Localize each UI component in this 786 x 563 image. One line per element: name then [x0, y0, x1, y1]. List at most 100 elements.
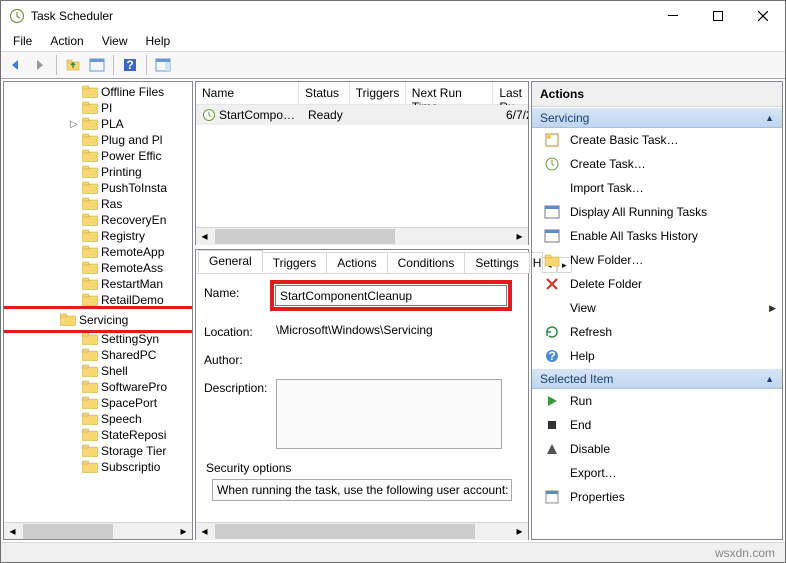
menu-view[interactable]: View	[94, 32, 136, 50]
scroll-left-icon[interactable]: ◂	[196, 228, 213, 245]
action-enable-history[interactable]: Enable All Tasks History	[532, 224, 782, 248]
up-button[interactable]	[62, 54, 84, 76]
tab-settings[interactable]: Settings	[464, 252, 529, 273]
folder-icon	[82, 149, 98, 163]
tab-conditions[interactable]: Conditions	[387, 252, 466, 273]
tree-item-settingsyn[interactable]: SettingSyn	[4, 331, 192, 347]
task-list: Name Status Triggers Next Run Time Last …	[195, 81, 529, 245]
scroll-right-icon[interactable]: ▸	[511, 228, 528, 245]
tree-item-storage-tier[interactable]: Storage Tier	[4, 443, 192, 459]
tree-item-servicing[interactable]: Servicing	[4, 308, 192, 331]
folder-icon	[82, 85, 98, 99]
action-export[interactable]: Export…	[532, 461, 782, 485]
scroll-thumb[interactable]	[215, 229, 395, 244]
action-view[interactable]: View▶	[532, 296, 782, 320]
scroll-right-icon[interactable]: ▸	[511, 523, 528, 540]
task-icon	[544, 156, 560, 172]
tree-item-pushtoinsta[interactable]: PushToInsta	[4, 180, 192, 196]
properties-icon	[544, 489, 560, 505]
section-servicing[interactable]: Servicing ▲	[532, 107, 782, 128]
show-hide-button[interactable]	[86, 54, 108, 76]
tree-item-restartman[interactable]: RestartMan	[4, 276, 192, 292]
scroll-thumb[interactable]	[23, 524, 113, 539]
collapse-icon[interactable]: ▲	[765, 113, 774, 123]
tree-item-retaildemo[interactable]: RetailDemo	[4, 292, 192, 308]
tree-item-plug-and-pl[interactable]: Plug and Pl	[4, 132, 192, 148]
menu-file[interactable]: File	[5, 32, 40, 50]
tree-item-pla[interactable]: ▷PLA	[4, 116, 192, 132]
tree-item-pi[interactable]: PI	[4, 100, 192, 116]
tree-item-speech[interactable]: Speech	[4, 411, 192, 427]
minimize-button[interactable]	[650, 1, 695, 31]
tab-triggers[interactable]: Triggers	[262, 252, 328, 273]
tree-item-sharedpc[interactable]: SharedPC	[4, 347, 192, 363]
tree-scrollbar[interactable]: ◂ ▸	[4, 522, 192, 539]
action-label: Display All Running Tasks	[570, 205, 707, 219]
action-refresh[interactable]: Refresh	[532, 320, 782, 344]
tab-general[interactable]: General	[198, 250, 263, 273]
tab-actions[interactable]: Actions	[326, 252, 387, 273]
action-create-task[interactable]: Create Task…	[532, 152, 782, 176]
action-label: Disable	[570, 442, 610, 456]
details-scrollbar[interactable]: ◂ ▸	[196, 522, 528, 539]
column-status[interactable]: Status	[299, 82, 350, 104]
tree-item-spaceport[interactable]: SpacePort	[4, 395, 192, 411]
menu-help[interactable]: Help	[138, 32, 179, 50]
refresh-icon	[544, 324, 560, 340]
action-delete-folder[interactable]: Delete Folder	[532, 272, 782, 296]
action-display-running[interactable]: Display All Running Tasks	[532, 200, 782, 224]
tree-item-softwarepro[interactable]: SoftwarePro	[4, 379, 192, 395]
tree-item-subscriptio[interactable]: Subscriptio	[4, 459, 192, 475]
back-button[interactable]	[5, 54, 27, 76]
action-run[interactable]: Run	[532, 389, 782, 413]
column-name[interactable]: Name	[196, 82, 299, 104]
tree-label: PI	[101, 101, 112, 115]
footer: wsxdn.com	[1, 542, 785, 562]
action-end[interactable]: End	[532, 413, 782, 437]
tree-item-shell[interactable]: Shell	[4, 363, 192, 379]
column-triggers[interactable]: Triggers	[350, 82, 406, 104]
action-disable[interactable]: Disable	[532, 437, 782, 461]
tree-item-remoteapp[interactable]: RemoteApp	[4, 244, 192, 260]
scroll-left-icon[interactable]: ◂	[196, 523, 213, 540]
toolbar: ?	[1, 51, 785, 79]
menu-bar: File Action View Help	[1, 31, 785, 51]
column-next-run[interactable]: Next Run Time	[406, 82, 494, 104]
tree-item-remoteass[interactable]: RemoteAss	[4, 260, 192, 276]
action-import-task[interactable]: Import Task…	[532, 176, 782, 200]
scroll-right-icon[interactable]: ▸	[175, 523, 192, 540]
tree-label: Speech	[101, 412, 142, 426]
action-label: Properties	[570, 490, 625, 504]
details-pane: General Triggers Actions Conditions Sett…	[195, 249, 529, 540]
tree-item-printing[interactable]: Printing	[4, 164, 192, 180]
tree-item-offline-files[interactable]: Offline Files	[4, 84, 192, 100]
action-new-folder[interactable]: New Folder…	[532, 248, 782, 272]
svg-text:?: ?	[126, 58, 133, 72]
maximize-button[interactable]	[695, 1, 740, 31]
column-last-run[interactable]: Last Ru	[493, 82, 528, 104]
description-box[interactable]	[276, 379, 502, 449]
name-input[interactable]	[275, 285, 507, 306]
tree-item-ras[interactable]: Ras	[4, 196, 192, 212]
tasklist-scrollbar[interactable]: ◂ ▸	[196, 227, 528, 244]
action-create-basic-task[interactable]: Create Basic Task…	[532, 128, 782, 152]
action-properties[interactable]: Properties	[532, 485, 782, 509]
panel-button[interactable]	[152, 54, 174, 76]
scroll-left-icon[interactable]: ◂	[4, 523, 21, 540]
tree-item-statereposi[interactable]: StateReposi	[4, 427, 192, 443]
tree-item-power-effic[interactable]: Power Effic	[4, 148, 192, 164]
expander-icon[interactable]: ▷	[66, 119, 82, 130]
tree-label: SpacePort	[101, 396, 157, 410]
scroll-thumb[interactable]	[215, 524, 475, 539]
tree-item-recoveryen[interactable]: RecoveryEn	[4, 212, 192, 228]
action-help[interactable]: ?Help	[532, 344, 782, 368]
close-button[interactable]	[740, 1, 785, 31]
section-selected-item[interactable]: Selected Item ▲	[532, 368, 782, 389]
menu-action[interactable]: Action	[42, 32, 91, 50]
collapse-icon[interactable]: ▲	[765, 374, 774, 384]
folder-tree[interactable]: Offline FilesPI▷PLAPlug and PlPower Effi…	[4, 82, 192, 522]
forward-button[interactable]	[29, 54, 51, 76]
help-button[interactable]: ?	[119, 54, 141, 76]
tree-item-registry[interactable]: Registry	[4, 228, 192, 244]
task-row[interactable]: StartCompo… Ready 6/7/202	[196, 105, 528, 125]
